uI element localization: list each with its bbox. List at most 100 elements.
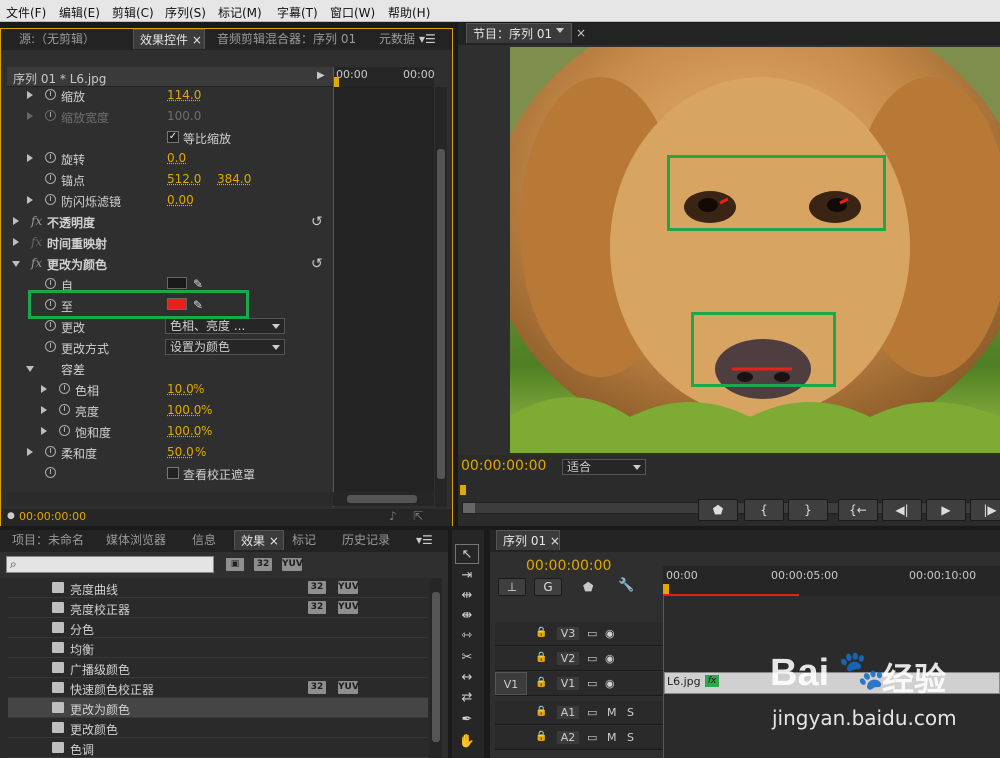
add-marker-icon[interactable]: ⬟ — [583, 580, 593, 594]
step-back-button[interactable]: ◀| — [882, 499, 922, 521]
effect-list-item[interactable]: 广播级颜色 — [8, 658, 428, 678]
stopwatch-icon[interactable] — [45, 194, 56, 205]
stopwatch-icon[interactable] — [59, 404, 70, 415]
effects-search-input[interactable]: ⌕ — [6, 556, 214, 573]
rotation-value[interactable]: 0.0 — [167, 151, 186, 165]
rolling-edit-tool-icon[interactable]: ⇼ — [455, 606, 479, 626]
fx-icon[interactable]: fx — [31, 214, 42, 228]
expand-icon[interactable] — [27, 196, 33, 204]
lightness-value[interactable]: 100.0 — [167, 403, 201, 417]
mute-button[interactable]: M — [607, 731, 617, 744]
tab-close-icon[interactable]: × — [192, 33, 202, 47]
effect-list-item[interactable]: 亮度曲线 32 YUV — [8, 578, 428, 598]
stopwatch-icon[interactable] — [45, 341, 56, 352]
eye-icon[interactable]: ◉ — [605, 627, 615, 640]
effect-controls-hscroll[interactable] — [7, 492, 333, 506]
tab-effect-controls[interactable]: 效果控件 × — [133, 29, 205, 49]
track-name[interactable]: V1 — [557, 677, 579, 690]
tab-sequence[interactable]: 序列 01 × — [496, 530, 560, 550]
tab-markers[interactable]: 标记 — [286, 530, 322, 550]
hue-value[interactable]: 10.0 — [167, 382, 194, 396]
anchor-x-value[interactable]: 512.0 — [167, 172, 201, 186]
tab-effects[interactable]: 效果 × — [234, 530, 284, 550]
video-frame[interactable] — [510, 47, 1000, 453]
audio-icon[interactable]: ♪ — [389, 509, 397, 523]
menu-clip[interactable]: 剪辑(C) — [112, 4, 154, 21]
32bit-filter-icon[interactable]: 32 — [254, 558, 272, 571]
saturation-value[interactable]: 100.0 — [167, 424, 201, 438]
panel-menu-icon[interactable]: ▾☰ — [410, 530, 439, 550]
softness-value[interactable]: 50.0 — [167, 445, 194, 459]
program-timecode[interactable]: 00:00:00:00 — [461, 458, 546, 474]
uniform-scale-checkbox[interactable]: ✓ — [167, 131, 179, 143]
pen-tool-icon[interactable]: ✒ — [455, 710, 479, 730]
collapse-icon[interactable] — [12, 261, 20, 267]
scrubber-handle[interactable] — [463, 503, 475, 513]
tab-source[interactable]: 源:（无剪辑） — [13, 29, 101, 49]
menu-file[interactable]: 文件(F) — [6, 4, 46, 21]
expand-icon[interactable] — [41, 406, 47, 414]
expand-icon[interactable] — [13, 217, 19, 225]
ripple-edit-tool-icon[interactable]: ⇹ — [455, 586, 479, 606]
reset-icon[interactable]: ↺ — [311, 256, 323, 272]
expand-icon[interactable] — [27, 448, 33, 456]
stopwatch-icon[interactable] — [59, 425, 70, 436]
scale-value[interactable]: 114.0 — [167, 88, 201, 102]
effect-list-item[interactable]: 更改颜色 — [8, 718, 428, 738]
fx-icon[interactable]: fx — [705, 675, 719, 687]
tab-audio-clip-mixer[interactable]: 音频剪辑混合器：序列 01 — [211, 29, 362, 49]
effect-list-item[interactable]: 色调 — [8, 738, 428, 758]
yuv-filter-icon[interactable]: YUV — [282, 558, 302, 571]
add-marker-button[interactable]: ⬟ — [698, 499, 738, 521]
lock-icon[interactable]: 🔒 — [535, 706, 547, 717]
scrollbar-thumb[interactable] — [437, 149, 445, 479]
menu-window[interactable]: 窗口(W) — [330, 4, 375, 21]
menu-help[interactable]: 帮助(H) — [388, 4, 430, 21]
lock-icon[interactable]: 🔒 — [535, 627, 547, 638]
stopwatch-icon[interactable] — [45, 152, 56, 163]
fx-icon[interactable]: fx — [31, 256, 42, 270]
expand-icon[interactable] — [41, 385, 47, 393]
eye-icon[interactable]: ◉ — [605, 677, 615, 690]
expand-icon[interactable] — [27, 91, 33, 99]
effect-list-item[interactable]: 快速颜色校正器 32 YUV — [8, 678, 428, 698]
hscroll-thumb[interactable] — [347, 495, 417, 503]
eye-icon[interactable]: ◉ — [605, 652, 615, 665]
toggle-output-icon[interactable]: ▭ — [587, 652, 597, 665]
voice-over-icon[interactable]: ▭ — [587, 706, 597, 719]
source-patch[interactable]: V1 — [495, 672, 527, 695]
expand-icon[interactable] — [41, 427, 47, 435]
lock-icon[interactable]: 🔒 — [535, 731, 547, 742]
effect-controls-scrollbar[interactable] — [435, 87, 447, 507]
stopwatch-icon[interactable] — [59, 383, 70, 394]
effect-list-item[interactable]: 更改为颜色 — [8, 698, 428, 718]
tab-project[interactable]: 项目：未命名 — [6, 530, 90, 550]
mark-out-button[interactable]: } — [788, 499, 828, 521]
linked-selection-icon[interactable]: G — [534, 578, 562, 596]
play-only-icon[interactable]: ▶ — [317, 70, 325, 81]
solo-button[interactable]: S — [627, 706, 634, 719]
track-name[interactable]: V2 — [557, 652, 579, 665]
change-dropdown[interactable]: 色相、亮度 ... — [165, 318, 285, 334]
menu-sequence[interactable]: 序列(S) — [165, 4, 206, 21]
view-matte-checkbox[interactable] — [167, 467, 179, 479]
snap-icon[interactable]: ⊥ — [498, 578, 526, 596]
fit-dropdown[interactable]: 适合 — [562, 459, 646, 475]
selection-tool-icon[interactable]: ↖ — [455, 544, 479, 564]
keyframe-hscroll[interactable] — [333, 492, 434, 506]
effects-scrollbar[interactable] — [430, 578, 442, 758]
reset-icon[interactable]: ↺ — [311, 214, 323, 230]
accelerated-filter-icon[interactable]: ▣ — [226, 558, 244, 571]
change-by-dropdown[interactable]: 设置为颜色 — [165, 339, 285, 355]
lock-icon[interactable]: 🔒 — [535, 677, 547, 688]
track-name[interactable]: A2 — [557, 731, 579, 744]
menu-marker[interactable]: 标记(M) — [218, 4, 262, 21]
anchor-y-value[interactable]: 384.0 — [217, 172, 251, 186]
expand-icon[interactable] — [13, 238, 19, 246]
tab-close-icon[interactable]: × — [269, 534, 279, 548]
timeline-timecode[interactable]: 00:00:00:00 — [526, 558, 611, 574]
stopwatch-icon[interactable] — [45, 320, 56, 331]
track-name[interactable]: A1 — [557, 706, 579, 719]
track-select-tool-icon[interactable]: ⇥ — [455, 566, 479, 586]
menu-title[interactable]: 字幕(T) — [277, 4, 318, 21]
